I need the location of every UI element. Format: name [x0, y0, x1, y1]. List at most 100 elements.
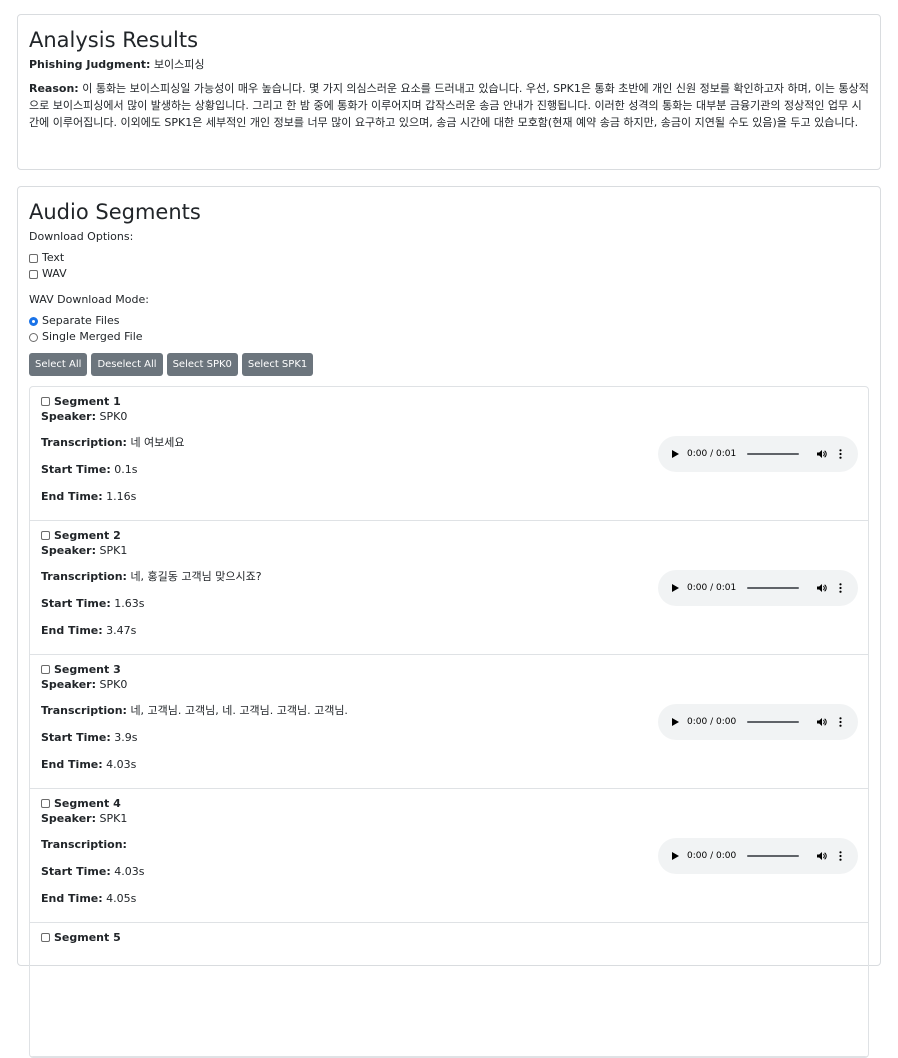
end-value: 4.03s: [106, 758, 137, 771]
segment-checkbox[interactable]: [41, 665, 50, 674]
speaker-label: Speaker:: [41, 544, 96, 557]
end-label: End Time:: [41, 892, 103, 905]
audio-player[interactable]: 0:00 / 0:00: [658, 838, 858, 874]
reason-label: Reason:: [29, 82, 79, 95]
end-label: End Time:: [41, 758, 103, 771]
option-text-label: Text: [42, 251, 65, 264]
select-all-button[interactable]: Select All: [29, 353, 88, 376]
speaker-label: Speaker:: [41, 410, 96, 423]
start-value: 0.1s: [114, 463, 138, 476]
wav-mode-label: WAV Download Mode:: [29, 293, 149, 306]
segment-speaker: Speaker: SPK1: [41, 543, 868, 558]
end-label: End Time:: [41, 624, 103, 637]
judgment-label: Phishing Judgment:: [29, 58, 151, 71]
segment-end: End Time: 3.47s: [41, 623, 868, 638]
player-time: 0:00 / 0:00: [687, 851, 737, 861]
option-wav[interactable]: WAV: [29, 266, 869, 282]
volume-icon[interactable]: [817, 583, 827, 593]
speaker-label: Speaker:: [41, 678, 96, 691]
segment-checkbox[interactable]: [41, 799, 50, 808]
player-time: 0:00 / 0:00: [687, 717, 737, 727]
transcription-value: 네, 홍길동 고객님 맞으시죠?: [130, 570, 262, 583]
analysis-title: Analysis Results: [29, 28, 199, 52]
segment-end: End Time: 4.03s: [41, 757, 868, 772]
seek-slider[interactable]: [747, 453, 800, 455]
reason-text: 이 통화는 보이스피싱일 가능성이 매우 높습니다. 몇 가지 의심스러운 요소…: [29, 82, 869, 129]
more-options-icon[interactable]: [839, 851, 842, 861]
segment-speaker: Speaker: SPK0: [41, 409, 868, 424]
wav-checkbox[interactable]: [29, 269, 38, 279]
segment-speaker: Speaker: SPK0: [41, 677, 868, 692]
mode-separate-label: Separate Files: [42, 314, 120, 327]
play-icon[interactable]: [672, 852, 679, 860]
speaker-value: SPK1: [99, 812, 128, 825]
segment-title: Segment 4: [54, 797, 121, 810]
segment-item: Segment 1 Speaker: SPK0 Transcription: 네…: [30, 387, 868, 521]
player-time: 0:00 / 0:01: [687, 449, 737, 459]
end-value: 1.16s: [106, 490, 137, 503]
phishing-judgment: Phishing Judgment: 보이스피싱: [29, 57, 869, 72]
audio-player[interactable]: 0:00 / 0:01: [658, 570, 858, 606]
more-options-icon[interactable]: [839, 583, 842, 593]
audio-title: Audio Segments: [29, 200, 201, 224]
mode-separate[interactable]: Separate Files: [29, 313, 869, 329]
text-checkbox[interactable]: [29, 253, 38, 263]
transcription-value: 네, 고객님. 고객님, 네. 고객님. 고객님. 고객님.: [130, 704, 348, 717]
segment-item: Segment 2 Speaker: SPK1 Transcription: 네…: [30, 521, 868, 655]
play-icon[interactable]: [672, 450, 679, 458]
play-icon[interactable]: [672, 584, 679, 592]
option-text[interactable]: Text: [29, 250, 869, 266]
speaker-label: Speaker:: [41, 812, 96, 825]
play-icon[interactable]: [672, 718, 679, 726]
more-options-icon[interactable]: [839, 449, 842, 459]
segment-end: End Time: 1.16s: [41, 489, 868, 504]
separate-radio[interactable]: [29, 316, 38, 326]
deselect-all-button[interactable]: Deselect All: [91, 353, 163, 376]
selection-buttons: Select All Deselect All Select SPK0 Sele…: [29, 353, 869, 376]
start-value: 4.03s: [114, 865, 145, 878]
audio-player[interactable]: 0:00 / 0:01: [658, 436, 858, 472]
start-value: 1.63s: [114, 597, 145, 610]
more-options-icon[interactable]: [839, 717, 842, 727]
judgment-value: 보이스피싱: [153, 58, 205, 71]
select-spk1-button[interactable]: Select SPK1: [241, 353, 314, 376]
segment-end: End Time: 4.05s: [41, 891, 868, 906]
segment-item: Segment 3 Speaker: SPK0 Transcription: 네…: [30, 655, 868, 789]
segment-checkbox[interactable]: [41, 531, 50, 540]
merged-radio[interactable]: [29, 332, 38, 342]
audio-player[interactable]: 0:00 / 0:00: [658, 704, 858, 740]
player-time: 0:00 / 0:01: [687, 583, 737, 593]
segment-checkbox[interactable]: [41, 397, 50, 406]
select-spk0-button[interactable]: Select SPK0: [166, 353, 238, 376]
mode-merged-label: Single Merged File: [42, 330, 143, 343]
transcription-value: 네 여보세요: [130, 436, 185, 449]
start-value: 3.9s: [114, 731, 138, 744]
seek-slider[interactable]: [747, 587, 800, 589]
transcription-label: Transcription:: [41, 704, 127, 717]
download-options-label: Download Options:: [29, 230, 134, 243]
segment-title: Segment 3: [54, 663, 121, 676]
seek-slider[interactable]: [747, 855, 800, 857]
start-label: Start Time:: [41, 463, 111, 476]
speaker-value: SPK1: [99, 544, 128, 557]
mode-merged[interactable]: Single Merged File: [29, 329, 869, 345]
volume-icon[interactable]: [817, 851, 827, 861]
segment-title: Segment 1: [54, 395, 121, 408]
transcription-label: Transcription:: [41, 570, 127, 583]
end-label: End Time:: [41, 490, 103, 503]
seek-slider[interactable]: [747, 721, 800, 723]
start-label: Start Time:: [41, 865, 111, 878]
segment-title: Segment 2: [54, 529, 121, 542]
segment-speaker: Speaker: SPK1: [41, 811, 868, 826]
audio-segments-card: Audio Segments Download Options: Text WA…: [17, 186, 881, 1058]
segment-item: Segment 4 Speaker: SPK1 Transcription: S…: [30, 789, 868, 923]
transcription-label: Transcription:: [41, 436, 127, 449]
segment-item: Segment 5: [30, 923, 868, 1057]
start-label: Start Time:: [41, 597, 111, 610]
analysis-results-card: Analysis Results Phishing Judgment: 보이스피…: [17, 14, 881, 170]
start-label: Start Time:: [41, 731, 111, 744]
volume-icon[interactable]: [817, 717, 827, 727]
volume-icon[interactable]: [817, 449, 827, 459]
segment-list: Segment 1 Speaker: SPK0 Transcription: 네…: [29, 386, 869, 1058]
speaker-value: SPK0: [99, 678, 128, 691]
